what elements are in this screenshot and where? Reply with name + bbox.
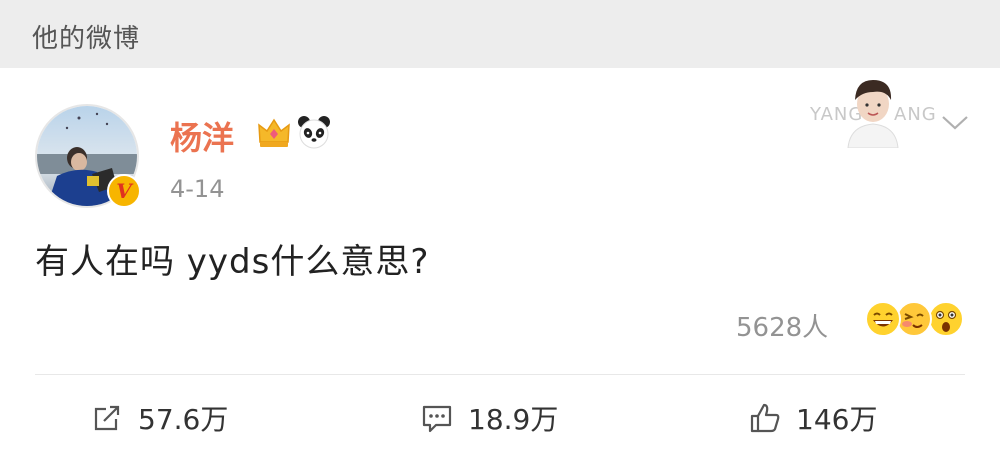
reaction-count[interactable]: 5628人 — [736, 307, 828, 344]
repost-button[interactable]: 57.6万 — [90, 398, 228, 438]
weibo-post[interactable]: V 杨洋 4-14 YANG ANG 有人在吗 yyds什么意思? 5628人 … — [0, 68, 1000, 455]
comment-icon — [422, 405, 452, 433]
thumbs-up-icon — [750, 403, 780, 433]
comment-button[interactable]: 18.9万 — [420, 398, 558, 438]
section-header: 他的微博 — [0, 0, 1000, 68]
author-name[interactable]: 杨洋 — [170, 113, 234, 159]
repost-icon — [94, 405, 120, 431]
chevron-down-icon[interactable] — [940, 114, 970, 132]
crown-icon — [258, 118, 290, 147]
verified-badge-label: V — [116, 179, 132, 203]
panda-icon — [298, 116, 330, 149]
repost-count: 57.6万 — [138, 403, 229, 436]
divider — [35, 374, 965, 375]
post-text: 有人在吗 yyds什么意思? — [35, 242, 430, 282]
section-title: 他的微博 — [32, 24, 141, 54]
verified-badge: V — [107, 174, 141, 208]
profile-card-decoration[interactable]: YANG ANG — [810, 68, 936, 148]
like-button[interactable]: 146万 — [748, 398, 877, 438]
post-date: 4-14 — [170, 175, 225, 203]
author-avatar[interactable]: V — [35, 104, 141, 208]
comment-count: 18.9万 — [468, 403, 559, 436]
card-portrait — [847, 80, 899, 148]
laughing-emoji-icon[interactable] — [864, 300, 902, 338]
like-count: 146万 — [796, 403, 878, 436]
